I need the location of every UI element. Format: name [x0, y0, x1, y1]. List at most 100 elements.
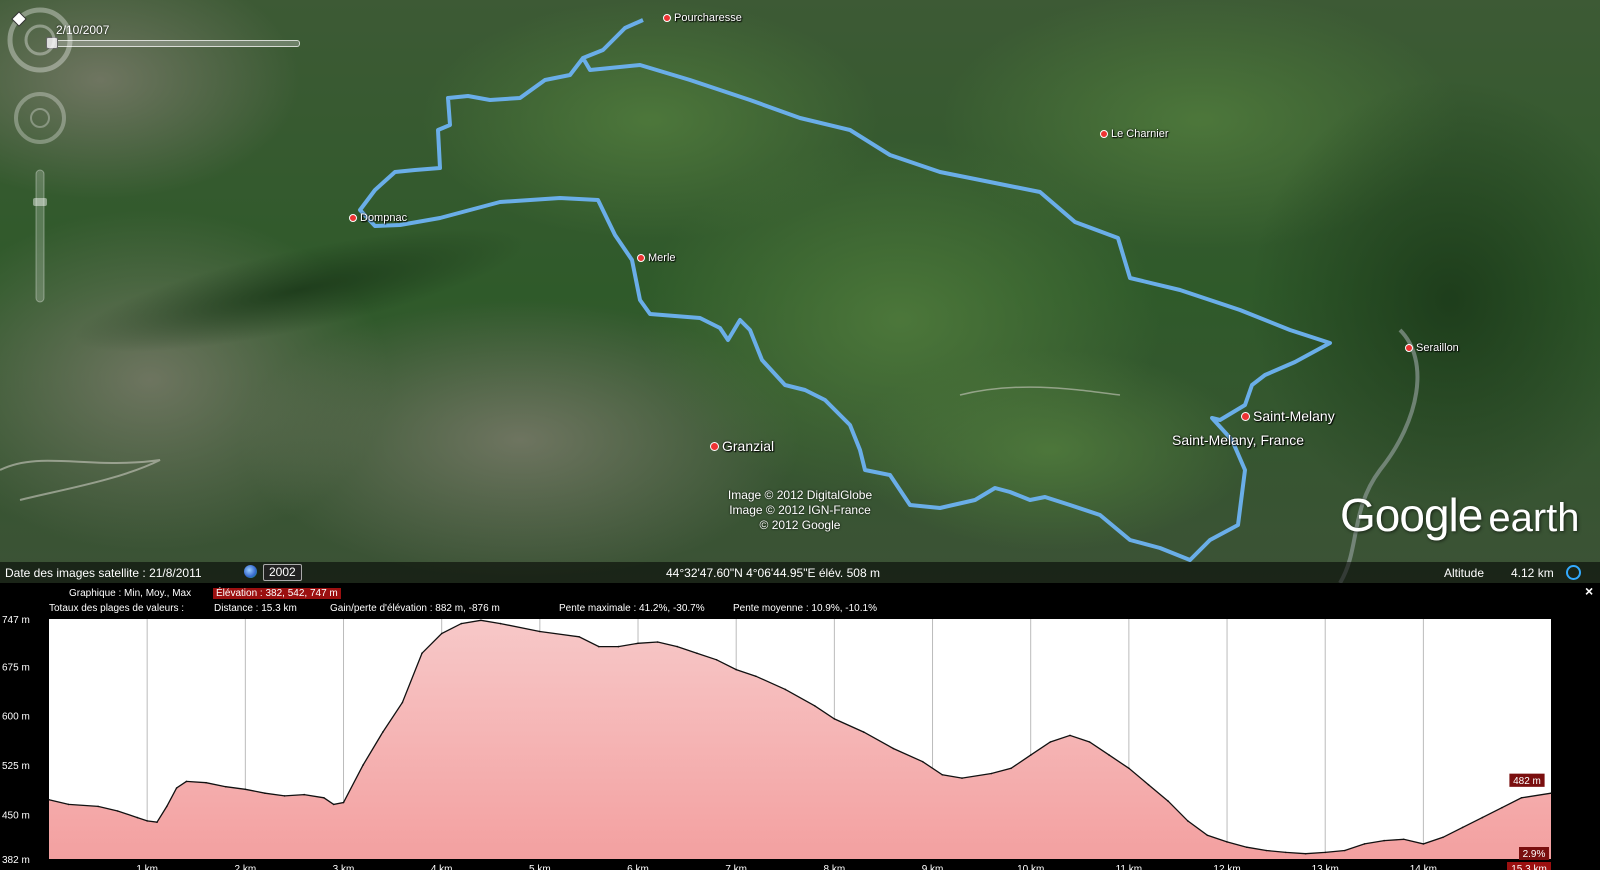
elevation-point[interactable]	[48, 799, 50, 801]
elevation-point[interactable]	[1304, 852, 1307, 855]
elevation-point[interactable]	[1481, 816, 1484, 819]
elevation-point[interactable]	[1442, 836, 1444, 839]
elevation-point[interactable]	[617, 645, 620, 648]
elevation-point[interactable]	[1501, 806, 1503, 809]
elevation-point[interactable]	[283, 795, 286, 797]
elevation-point[interactable]	[941, 774, 944, 776]
elevation-point[interactable]	[921, 760, 924, 763]
elevation-point[interactable]	[460, 622, 463, 625]
elevation-point[interactable]	[539, 630, 541, 633]
elevation-point[interactable]	[1069, 734, 1071, 737]
elevation-point[interactable]	[1520, 797, 1523, 799]
elevation-point[interactable]	[598, 645, 600, 648]
elevation-point[interactable]	[813, 705, 816, 707]
navigation-controls[interactable]	[0, 0, 80, 320]
elevation-point[interactable]	[1167, 800, 1169, 802]
elevation-point[interactable]	[67, 803, 70, 806]
elevation-point[interactable]	[1128, 767, 1130, 770]
elevation-point[interactable]	[656, 641, 659, 643]
elevation-point[interactable]	[1344, 849, 1346, 852]
elevation-point[interactable]	[1245, 846, 1248, 848]
elevation-point[interactable]	[990, 772, 993, 775]
x-tick-label: 2 km	[235, 864, 257, 870]
elevation-point[interactable]	[735, 668, 737, 671]
elevation-point[interactable]	[637, 642, 639, 645]
elevation-point[interactable]	[421, 652, 423, 654]
elevation-point[interactable]	[166, 805, 168, 808]
elevation-point[interactable]	[1550, 792, 1552, 794]
elevation-point[interactable]	[97, 805, 99, 808]
elevation-point[interactable]	[1088, 741, 1091, 743]
elevation-profile-panel[interactable]: Graphique : Min, Moy., Max Élévation : 3…	[0, 583, 1600, 870]
elevation-point[interactable]	[892, 747, 895, 750]
historical-imagery-icon[interactable]	[244, 565, 257, 578]
elevation-point[interactable]	[136, 816, 139, 819]
x-tick-label: 14 km	[1410, 864, 1437, 870]
elevation-point[interactable]	[1461, 826, 1464, 829]
elevation-point[interactable]	[342, 801, 345, 804]
elevation-point[interactable]	[1226, 841, 1228, 843]
elevation-point[interactable]	[175, 787, 178, 789]
elevation-point[interactable]	[264, 792, 266, 794]
elevation-point[interactable]	[332, 803, 335, 806]
elevation-point[interactable]	[499, 622, 502, 625]
elevation-point[interactable]	[1363, 843, 1366, 845]
elevation-chart[interactable]: 747 m 675 m 600 m 525 m 450 m 382 m 1 km 2 km 3 …	[0, 612, 1600, 870]
elevation-point[interactable]	[1147, 783, 1150, 786]
elevation-point[interactable]	[1265, 849, 1268, 852]
elevation-point[interactable]	[1285, 851, 1287, 854]
time-slider-track[interactable]	[48, 40, 300, 47]
elevation-point[interactable]	[303, 793, 306, 796]
elevation-point[interactable]	[146, 820, 148, 822]
elevation-point[interactable]	[1422, 843, 1425, 845]
elevation-point[interactable]	[224, 785, 227, 788]
elevation-point[interactable]	[833, 718, 836, 720]
elevation-point[interactable]	[696, 652, 698, 654]
place-dompnac[interactable]: Dompnac	[349, 212, 407, 224]
elevation-point[interactable]	[1206, 834, 1209, 837]
imagery-year-badge[interactable]: 2002	[263, 564, 302, 581]
elevation-point[interactable]	[244, 788, 247, 791]
elevation-point[interactable]	[185, 780, 188, 783]
elevation-point[interactable]	[755, 675, 757, 677]
elevation-point[interactable]	[1049, 741, 1052, 743]
time-slider[interactable]: 2/10/2007	[44, 22, 302, 52]
elevation-point[interactable]	[961, 777, 963, 779]
elevation-point[interactable]	[1383, 839, 1385, 842]
elevation-point[interactable]	[116, 810, 119, 812]
elevation-point[interactable]	[1187, 820, 1189, 822]
elevation-point[interactable]	[1324, 851, 1326, 854]
elevation-point[interactable]	[440, 632, 443, 635]
elevation-point[interactable]	[784, 688, 787, 691]
place-granzial[interactable]: Granzial	[710, 438, 774, 454]
elevation-summary-badge[interactable]: Élévation : 382, 542, 747 m	[213, 587, 341, 600]
marker-slope-label: 2.9%	[1523, 849, 1546, 860]
place-seraillon[interactable]: Seraillon	[1405, 342, 1459, 354]
move-joystick[interactable]	[14, 92, 66, 144]
close-button[interactable]: ×	[1585, 583, 1593, 599]
elevation-point[interactable]	[1010, 767, 1012, 770]
elevation-point[interactable]	[578, 636, 580, 638]
map-view[interactable]: Pourcharesse Le Charnier Dompnac Merle S…	[0, 0, 1600, 583]
elevation-point[interactable]	[480, 619, 482, 622]
zoom-slider[interactable]	[33, 169, 47, 303]
elevation-point[interactable]	[362, 764, 364, 766]
place-merle[interactable]: Merle	[637, 252, 676, 264]
elevation-point[interactable]	[205, 781, 207, 784]
elevation-point[interactable]	[323, 797, 325, 799]
elevation-point[interactable]	[676, 645, 679, 648]
elevation-point[interactable]	[715, 659, 718, 661]
elevation-point[interactable]	[1029, 754, 1032, 756]
status-bar: Date des images satellite : 21/8/2011 20…	[0, 562, 1600, 583]
place-saint-melany[interactable]: Saint-Melany	[1241, 408, 1335, 424]
search-result-label[interactable]: Saint-Melany, France	[1172, 432, 1304, 448]
elevation-point[interactable]	[863, 731, 865, 733]
elevation-point[interactable]	[156, 821, 158, 823]
elevation-point[interactable]	[401, 701, 404, 704]
elevation-point[interactable]	[1402, 838, 1405, 841]
place-pourcharesse[interactable]: Pourcharesse	[663, 12, 742, 24]
place-le-charnier[interactable]: Le Charnier	[1100, 128, 1168, 140]
elevation-point[interactable]	[382, 731, 384, 733]
x-tick-label: 11 km	[1116, 864, 1143, 870]
elevation-point[interactable]	[1108, 754, 1110, 756]
